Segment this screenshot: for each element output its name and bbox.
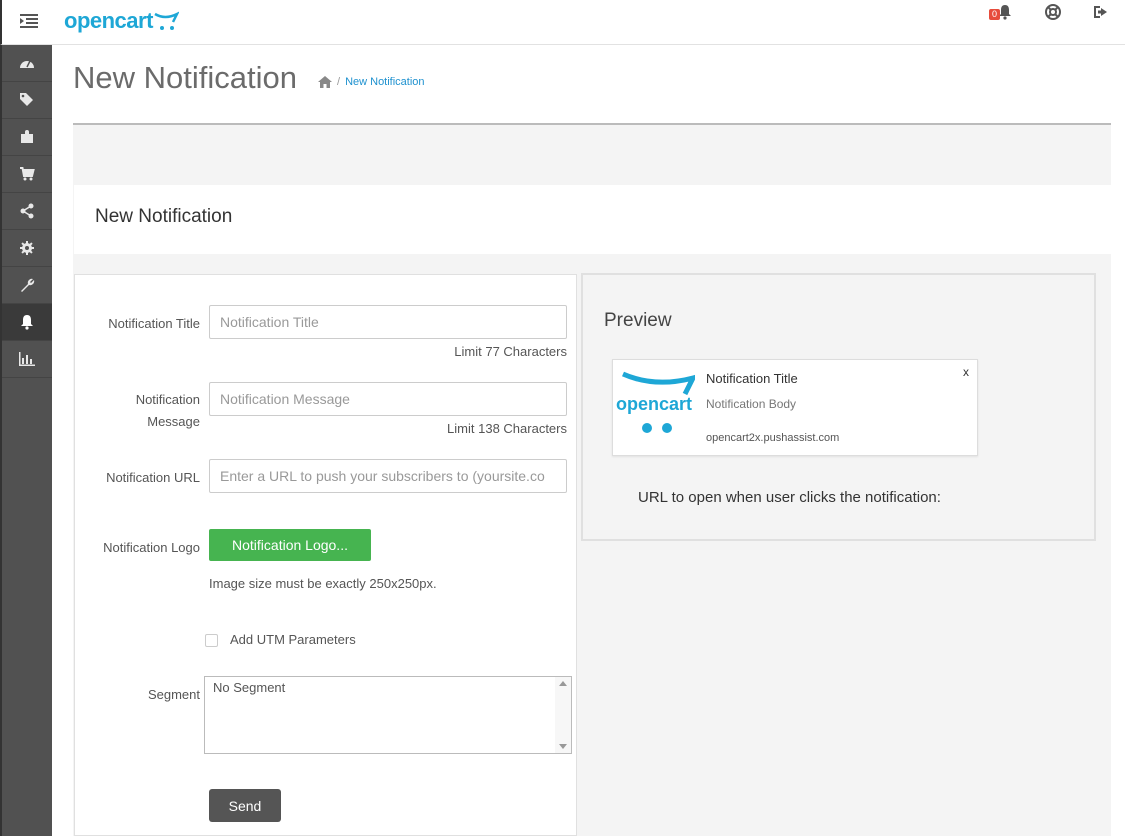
breadcrumb-new-notification[interactable]: New Notification [345,76,424,88]
segment-scrollbar[interactable] [555,677,571,753]
sidebar-item-extensions[interactable] [2,119,52,156]
help-button[interactable] [1029,0,1077,24]
scroll-up-icon[interactable] [559,681,567,686]
main-content: New Notification / New Notification New … [52,45,1125,836]
puzzle-icon [21,130,33,143]
notification-url-input[interactable]: Enter a URL to push your subscribers to … [209,459,567,493]
preview-title: Preview [604,310,672,331]
url-label: Notification URL [106,470,200,485]
sidebar-item-notifications[interactable] [2,304,52,341]
sidebar-item-sales[interactable] [2,156,52,193]
notification-count-badge: 0 [989,9,1001,20]
dashboard-icon [20,60,34,68]
notification-preview-card: opencart Notification Title Notification… [612,359,978,456]
logo-size-note: Image size must be exactly 250x250px. [209,576,437,591]
segment-select[interactable]: No Segment [204,676,572,754]
utm-parameters-label[interactable]: Add UTM Parameters [230,632,356,647]
sidebar [0,45,52,836]
wrench-icon [21,278,35,292]
sidebar-item-system[interactable] [2,230,52,267]
home-icon[interactable] [318,76,332,88]
lifebuoy-icon [1045,4,1061,20]
top-bar: opencart 0 [0,0,1125,45]
message-label-line2: Message [147,414,200,429]
preview-notification-url: opencart2x.pushassist.com [706,432,840,444]
notifications-button[interactable]: 0 [981,0,1029,24]
preview-notification-title: Notification Title [706,371,798,386]
notification-message-input[interactable]: Notification Message [209,382,567,416]
message-label-line1: Notification [135,392,200,407]
logo-label: Notification Logo [103,540,200,555]
logo-text: opencart [64,8,153,33]
logout-icon [1094,6,1107,18]
utm-parameters-checkbox[interactable] [205,634,218,647]
opencart-logo[interactable]: opencart [64,8,179,34]
share-icon [20,203,34,219]
gear-icon [20,241,34,255]
cart-icon [20,167,35,181]
notification-title-input[interactable]: Notification Title [209,305,567,339]
send-button[interactable]: Send [209,789,281,822]
segment-label: Segment [147,687,200,702]
cart-logo-icon [154,11,179,30]
notification-form: Notification Title Notification Title Li… [74,274,577,836]
breadcrumb: / New Notification [318,76,425,88]
preview-notification-body: Notification Body [706,397,797,411]
panel-heading: New Notification [74,185,1111,254]
page-title: New Notification [73,60,297,95]
title-limit-hint: Limit 77 Characters [454,344,567,359]
sidebar-item-catalog[interactable] [2,82,52,119]
sidebar-item-reports[interactable] [2,341,52,378]
logout-button[interactable] [1077,0,1125,24]
tags-icon [20,93,33,106]
segment-option[interactable]: No Segment [213,680,285,695]
sidebar-item-tools[interactable] [2,267,52,304]
notification-logo-button[interactable]: Notification Logo... [209,529,371,561]
preview-url-caption: URL to open when user clicks the notific… [638,489,941,506]
close-icon[interactable]: x [963,365,969,379]
scroll-down-icon[interactable] [559,744,567,749]
opencart-logo-icon: opencart [616,371,695,433]
menu-icon[interactable] [16,8,42,34]
bar-chart-icon [19,352,35,366]
message-limit-hint: Limit 138 Characters [447,421,567,436]
bell-icon [21,315,33,330]
sidebar-item-marketing[interactable] [2,193,52,230]
preview-panel: Preview opencart Notification Title Noti… [581,273,1096,541]
sidebar-item-dashboard[interactable] [2,45,52,82]
panel-title: New Notification [95,206,233,227]
svg-text:opencart: opencart [616,394,692,414]
title-label: Notification Title [108,316,200,331]
